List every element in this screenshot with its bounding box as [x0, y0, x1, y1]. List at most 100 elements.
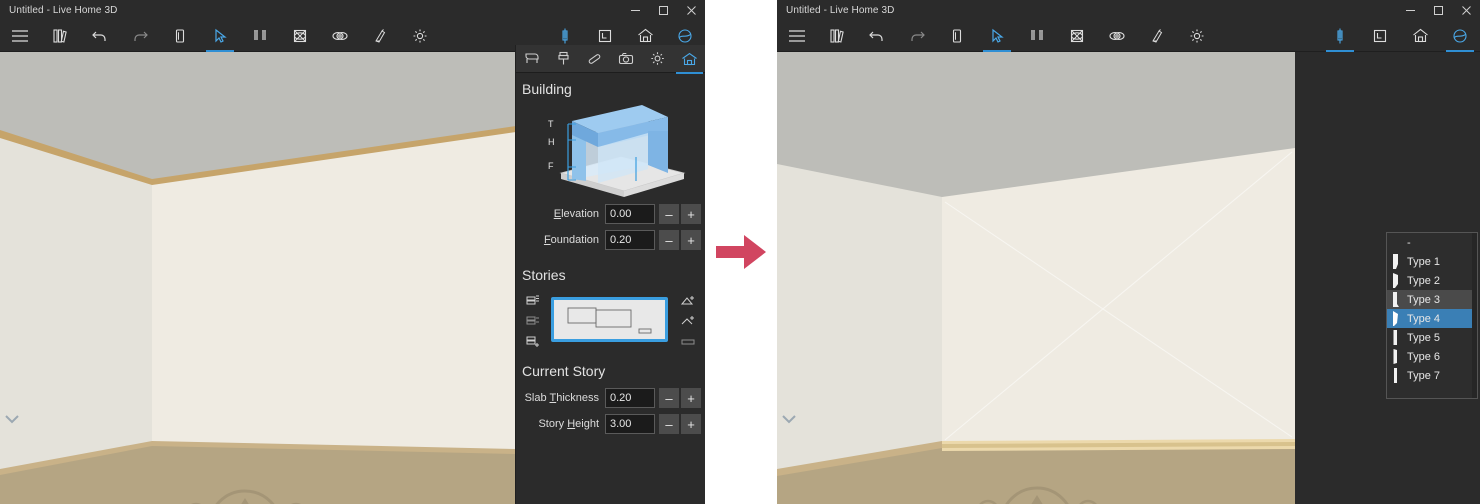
room-icon[interactable]: [280, 20, 320, 52]
slab-thickness-minus-button[interactable]: –: [659, 388, 679, 408]
dropdown-item-type-5[interactable]: Type 5: [1387, 328, 1477, 347]
add-roof-icon[interactable]: [679, 291, 697, 311]
main-toolbar-right: [777, 20, 1480, 52]
dropdown-item-label: Type 5: [1407, 331, 1441, 344]
elevation-plus-button[interactable]: +: [681, 204, 701, 224]
duplicate-story-icon[interactable]: [524, 291, 542, 311]
dropdown-item-label: -: [1407, 236, 1411, 249]
library-icon[interactable]: [40, 20, 80, 52]
story-list-icon[interactable]: [524, 311, 542, 331]
minimize-button[interactable]: [621, 0, 649, 20]
story-height-row: Story Height 3.00 – +: [516, 413, 701, 435]
dropdown-item-label: Type 1: [1407, 255, 1441, 268]
sun-icon[interactable]: [642, 45, 674, 73]
moulding-profile-icon: [1391, 311, 1401, 326]
foundation-stepper: – +: [657, 230, 701, 250]
trash-icon[interactable]: [160, 20, 200, 52]
chair-object-icon[interactable]: [516, 45, 548, 73]
hamburger-icon[interactable]: [0, 20, 40, 52]
dropdown-scrollbar[interactable]: [1472, 233, 1477, 398]
house-frame-icon[interactable]: [1400, 20, 1440, 52]
dropdown-item-none[interactable]: -: [1387, 233, 1477, 252]
slab-thickness-row: Slab Thickness 0.20 – +: [516, 387, 701, 409]
slab-thickness-input[interactable]: 0.20: [605, 388, 655, 408]
dropdown-item-type-4[interactable]: Type 4: [1387, 309, 1477, 328]
viewport-3d-right[interactable]: [777, 52, 1295, 504]
viewport-3d-left[interactable]: [0, 52, 516, 504]
eye-icon[interactable]: [1097, 20, 1137, 52]
story-height-minus-button[interactable]: –: [659, 414, 679, 434]
cursor-arrow-icon[interactable]: [200, 20, 240, 52]
minimize-button-right[interactable]: [1396, 0, 1424, 20]
dropdown-item-type-2[interactable]: Type 2: [1387, 271, 1477, 290]
elevation-icon[interactable]: [1360, 20, 1400, 52]
dropdown-item-type-6[interactable]: Type 6: [1387, 347, 1477, 366]
moulding-profile-icon: [1391, 368, 1401, 383]
foundation-minus-button[interactable]: –: [659, 230, 679, 250]
foundation-input[interactable]: 0.20: [605, 230, 655, 250]
paint-brush-icon[interactable]: [548, 45, 580, 73]
foundation-row: Foundation 0.20 – +: [516, 229, 701, 251]
undo-icon[interactable]: [80, 20, 120, 52]
house-icon[interactable]: [674, 45, 706, 74]
titlebar-right: Untitled - Live Home 3D: [777, 0, 1480, 20]
hamburger-icon[interactable]: [777, 20, 817, 52]
pencil-icon[interactable]: [579, 45, 611, 73]
globe-3d-icon[interactable]: [1440, 20, 1480, 52]
cursor-arrow-icon[interactable]: [977, 20, 1017, 52]
inspector-panel-left: Building T H F E Elevation 0.00 – + Foun…: [515, 45, 705, 504]
maximize-button-right[interactable]: [1424, 0, 1452, 20]
story-height-stepper: – +: [657, 414, 701, 434]
stories-right-icons: [679, 291, 697, 351]
moulding-profile-icon: [1391, 292, 1401, 307]
paint-roller-icon[interactable]: [360, 20, 400, 52]
current-story-section-title: Current Story: [522, 363, 606, 379]
paint-roller-icon[interactable]: [1137, 20, 1177, 52]
slab-thickness-plus-button[interactable]: +: [681, 388, 701, 408]
live-home-3d-window-after: Untitled - Live Home 3D: [777, 0, 1480, 504]
screenshot-root: Untitled - Live Home 3D Building T H F E…: [0, 0, 1480, 504]
trash-icon[interactable]: [937, 20, 977, 52]
sun-icon[interactable]: [400, 20, 440, 52]
walls-icon[interactable]: [1017, 20, 1057, 52]
edit-roof-icon[interactable]: [679, 311, 697, 331]
titlebar-left: Untitled - Live Home 3D: [0, 0, 705, 20]
close-button-right[interactable]: [1452, 0, 1480, 20]
add-slab-icon[interactable]: [679, 331, 697, 351]
stories-strip: [516, 291, 705, 353]
dropdown-item-type-1[interactable]: Type 1: [1387, 252, 1477, 271]
elevation-input[interactable]: 0.00: [605, 204, 655, 224]
dropdown-item-label: Type 7: [1407, 369, 1441, 382]
story-height-input[interactable]: 3.00: [605, 414, 655, 434]
transition-arrow-icon: [714, 233, 768, 276]
floorplan-ruler-icon[interactable]: [1320, 20, 1360, 52]
elevation-stepper: – +: [657, 204, 701, 224]
library-icon[interactable]: [817, 20, 857, 52]
window-title-right: Untitled - Live Home 3D: [786, 4, 895, 16]
story-thumbnail[interactable]: [551, 297, 668, 342]
window-controls-right: [1396, 0, 1480, 20]
redo-icon[interactable]: [897, 20, 937, 52]
moulding-shape-dropdown[interactable]: - Type 1 Type 2 Type 3 Type 4 Type 5 Typ…: [1386, 232, 1478, 399]
story-height-plus-button[interactable]: +: [681, 414, 701, 434]
sun-icon[interactable]: [1177, 20, 1217, 52]
camera-icon[interactable]: [611, 45, 643, 73]
dropdown-item-type-3[interactable]: Type 3: [1387, 290, 1477, 309]
toolbar-right-group-right: [1320, 20, 1480, 52]
add-story-icon[interactable]: [524, 331, 542, 351]
moulding-profile-icon: [1391, 349, 1401, 364]
redo-icon[interactable]: [120, 20, 160, 52]
moulding-profile-icon: [1391, 330, 1401, 345]
eye-icon[interactable]: [320, 20, 360, 52]
undo-icon[interactable]: [857, 20, 897, 52]
walls-icon[interactable]: [240, 20, 280, 52]
building-section-title: Building: [522, 81, 572, 97]
close-button[interactable]: [677, 0, 705, 20]
room-icon[interactable]: [1057, 20, 1097, 52]
live-home-3d-window-before: Untitled - Live Home 3D Building T H F E…: [0, 0, 705, 504]
maximize-button[interactable]: [649, 0, 677, 20]
foundation-plus-button[interactable]: +: [681, 230, 701, 250]
elevation-minus-button[interactable]: –: [659, 204, 679, 224]
elevation-label: Elevation: [553, 208, 599, 220]
dropdown-item-type-7[interactable]: Type 7: [1387, 366, 1477, 385]
